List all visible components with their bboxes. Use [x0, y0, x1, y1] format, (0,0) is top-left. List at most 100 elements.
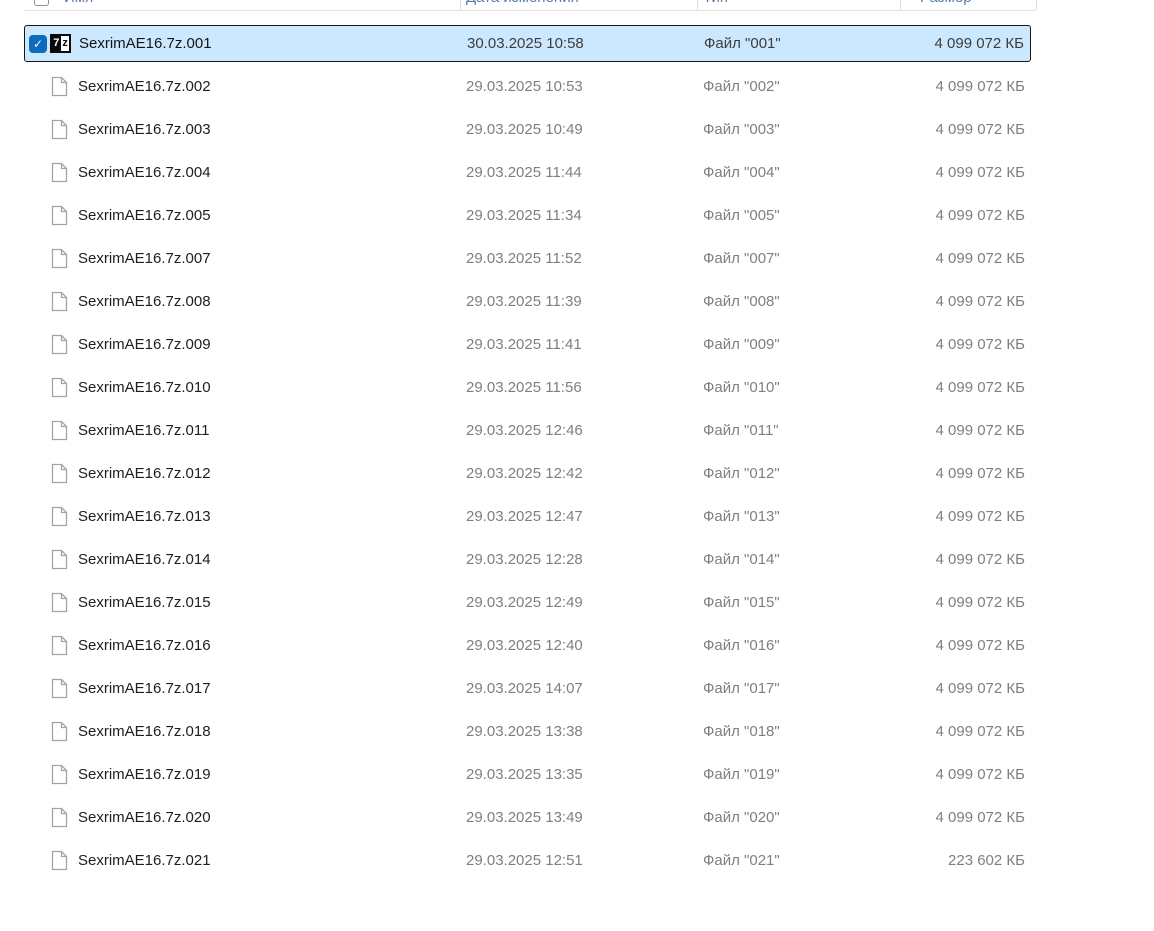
- file-icon-slot: [48, 549, 70, 570]
- blank-file-icon: [51, 807, 68, 828]
- date-modified: 29.03.2025 12:46: [466, 422, 703, 439]
- file-name: SexrimAE16.7z.017: [78, 680, 466, 697]
- file-size: 4 099 072 КБ: [879, 422, 1031, 439]
- file-size: 223 602 КБ: [879, 852, 1031, 869]
- file-type: Файл "003": [703, 121, 879, 138]
- file-row[interactable]: SexrimAE16.7z.016 29.03.2025 12:40 Файл …: [24, 624, 1031, 667]
- column-header-name[interactable]: Имя: [64, 0, 93, 7]
- file-name: SexrimAE16.7z.003: [78, 121, 466, 138]
- file-type: Файл "017": [703, 680, 879, 697]
- file-row[interactable]: SexrimAE16.7z.019 29.03.2025 13:35 Файл …: [24, 753, 1031, 796]
- row-checkbox-slot: [28, 164, 46, 182]
- file-type: Файл "021": [703, 852, 879, 869]
- file-type: Файл "004": [703, 164, 879, 181]
- file-row[interactable]: SexrimAE16.7z.004 29.03.2025 11:44 Файл …: [24, 151, 1031, 194]
- file-row[interactable]: SexrimAE16.7z.020 29.03.2025 13:49 Файл …: [24, 796, 1031, 839]
- blank-file-icon: [51, 635, 68, 656]
- row-checkbox-slot: [28, 465, 46, 483]
- file-type: Файл "019": [703, 766, 879, 783]
- file-row[interactable]: SexrimAE16.7z.012 29.03.2025 12:42 Файл …: [24, 452, 1031, 495]
- file-row[interactable]: SexrimAE16.7z.002 29.03.2025 10:53 Файл …: [24, 65, 1031, 108]
- file-type: Файл "013": [703, 508, 879, 525]
- file-size: 4 099 072 КБ: [879, 293, 1031, 310]
- file-row[interactable]: SexrimAE16.7z.021 29.03.2025 12:51 Файл …: [24, 839, 1031, 882]
- file-icon-slot: [48, 420, 70, 441]
- file-row[interactable]: SexrimAE16.7z.017 29.03.2025 14:07 Файл …: [24, 667, 1031, 710]
- column-separator[interactable]: [460, 0, 461, 10]
- blank-file-icon: [51, 549, 68, 570]
- column-separator[interactable]: [697, 0, 698, 10]
- row-checkbox-slot: [28, 766, 46, 784]
- file-row[interactable]: SexrimAE16.7z.015 29.03.2025 12:49 Файл …: [24, 581, 1031, 624]
- column-header-row: Имя Дата изменения Тип Размер: [0, 0, 1154, 11]
- file-type: Файл "012": [703, 465, 879, 482]
- row-checkbox-slot: [28, 78, 46, 96]
- file-size: 4 099 072 КБ: [879, 164, 1031, 181]
- row-checkbox-slot: [28, 594, 46, 612]
- row-checkbox-slot: [28, 207, 46, 225]
- file-size: 4 099 072 КБ: [879, 250, 1031, 267]
- file-row[interactable]: SexrimAE16.7z.007 29.03.2025 11:52 Файл …: [24, 237, 1031, 280]
- file-size: 4 099 072 КБ: [879, 766, 1031, 783]
- file-row[interactable]: SexrimAE16.7z.008 29.03.2025 11:39 Файл …: [24, 280, 1031, 323]
- file-name: SexrimAE16.7z.002: [78, 78, 466, 95]
- date-modified: 29.03.2025 13:38: [466, 723, 703, 740]
- date-modified: 29.03.2025 11:39: [466, 293, 703, 310]
- blank-file-icon: [51, 291, 68, 312]
- checkmark-icon: ✓: [33, 38, 43, 50]
- file-icon-slot: [48, 291, 70, 312]
- file-row[interactable]: SexrimAE16.7z.003 29.03.2025 10:49 Файл …: [24, 108, 1031, 151]
- blank-file-icon: [51, 721, 68, 742]
- file-icon-slot: [48, 162, 70, 183]
- file-type: Файл "014": [703, 551, 879, 568]
- date-modified: 29.03.2025 12:51: [466, 852, 703, 869]
- file-size: 4 099 072 КБ: [879, 594, 1031, 611]
- file-name: SexrimAE16.7z.015: [78, 594, 466, 611]
- date-modified: 29.03.2025 13:35: [466, 766, 703, 783]
- file-name: SexrimAE16.7z.021: [78, 852, 466, 869]
- file-row[interactable]: ✓ 7z SexrimAE16.7z.001 30.03.2025 10:58 …: [24, 25, 1031, 62]
- file-row[interactable]: SexrimAE16.7z.018 29.03.2025 13:38 Файл …: [24, 710, 1031, 753]
- file-type: Файл "007": [703, 250, 879, 267]
- file-row[interactable]: SexrimAE16.7z.013 29.03.2025 12:47 Файл …: [24, 495, 1031, 538]
- file-type: Файл "011": [703, 422, 879, 439]
- file-row[interactable]: SexrimAE16.7z.014 29.03.2025 12:28 Файл …: [24, 538, 1031, 581]
- file-row[interactable]: SexrimAE16.7z.010 29.03.2025 11:56 Файл …: [24, 366, 1031, 409]
- blank-file-icon: [51, 119, 68, 140]
- file-size: 4 099 072 КБ: [879, 78, 1031, 95]
- column-separator[interactable]: [900, 0, 901, 10]
- column-header-size[interactable]: Размер: [920, 0, 972, 7]
- row-checkbox-slot: [28, 637, 46, 655]
- column-header-type[interactable]: Тип: [703, 0, 728, 7]
- blank-file-icon: [51, 678, 68, 699]
- file-name: SexrimAE16.7z.014: [78, 551, 466, 568]
- file-type: Файл "015": [703, 594, 879, 611]
- file-size: 4 099 072 КБ: [879, 809, 1031, 826]
- file-name: SexrimAE16.7z.005: [78, 207, 466, 224]
- file-row[interactable]: SexrimAE16.7z.005 29.03.2025 11:34 Файл …: [24, 194, 1031, 237]
- column-separator[interactable]: [1036, 0, 1037, 10]
- date-modified: 29.03.2025 10:49: [466, 121, 703, 138]
- column-header-date[interactable]: Дата изменения: [466, 0, 579, 7]
- date-modified: 29.03.2025 11:52: [466, 250, 703, 267]
- file-size: 4 099 072 КБ: [879, 121, 1031, 138]
- selected-checkbox[interactable]: ✓: [29, 35, 47, 53]
- blank-file-icon: [51, 248, 68, 269]
- file-row[interactable]: SexrimAE16.7z.009 29.03.2025 11:41 Файл …: [24, 323, 1031, 366]
- row-checkbox-slot: [28, 680, 46, 698]
- row-checkbox-slot: [28, 809, 46, 827]
- blank-file-icon: [51, 377, 68, 398]
- file-icon-slot: 7z: [49, 34, 71, 53]
- blank-file-icon: [51, 592, 68, 613]
- file-row[interactable]: SexrimAE16.7z.011 29.03.2025 12:46 Файл …: [24, 409, 1031, 452]
- file-explorer-window: Имя Дата изменения Тип Размер ✓ 7z Sexri…: [0, 0, 1154, 931]
- date-modified: 29.03.2025 13:49: [466, 809, 703, 826]
- file-name: SexrimAE16.7z.013: [78, 508, 466, 525]
- file-size: 4 099 072 КБ: [879, 723, 1031, 740]
- file-size: 4 099 072 КБ: [879, 379, 1031, 396]
- file-size: 4 099 072 КБ: [879, 207, 1031, 224]
- row-checkbox-slot: [28, 379, 46, 397]
- row-checkbox-slot: ✓: [29, 35, 47, 53]
- select-all-checkbox[interactable]: [34, 0, 49, 6]
- file-size: 4 099 072 КБ: [879, 336, 1031, 353]
